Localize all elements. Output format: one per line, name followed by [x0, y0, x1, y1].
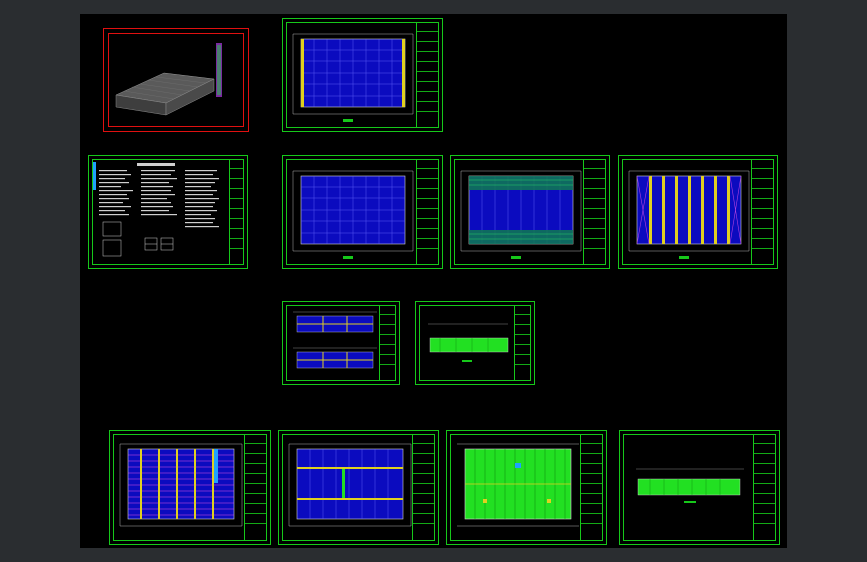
roof-drawing: [457, 443, 579, 527]
sheet-roof-panel-plan[interactable]: [446, 430, 607, 545]
sheet-bracing-plan[interactable]: [618, 155, 778, 269]
elevation-drawing: [293, 311, 377, 369]
plan-drawing: [628, 170, 750, 259]
drawing-canvas[interactable]: [80, 14, 787, 548]
plan-drawing: [119, 443, 243, 527]
sheet-foundation-plan[interactable]: [278, 430, 439, 545]
notes-text-block: [93, 162, 219, 257]
sheet-roof-plan-1[interactable]: [282, 18, 443, 132]
sheet-design-notes[interactable]: [88, 155, 248, 269]
plan-drawing: [288, 443, 412, 527]
sheet-side-elevation[interactable]: [619, 430, 780, 545]
plan-drawing: [292, 170, 414, 259]
section-drawing: [428, 323, 509, 362]
section-drawing: [636, 468, 744, 503]
sheet-purlin-plan[interactable]: [450, 155, 610, 269]
3d-building-view: [115, 43, 222, 116]
plan-drawing: [460, 170, 582, 259]
sheet-elevations[interactable]: [282, 301, 400, 385]
sheet-column-plan[interactable]: [282, 155, 443, 269]
plan-drawing: [292, 33, 414, 122]
sheet-3d-view[interactable]: [103, 28, 249, 132]
sheet-wall-frame-plan[interactable]: [109, 430, 271, 545]
sheet-section[interactable]: [415, 301, 535, 385]
